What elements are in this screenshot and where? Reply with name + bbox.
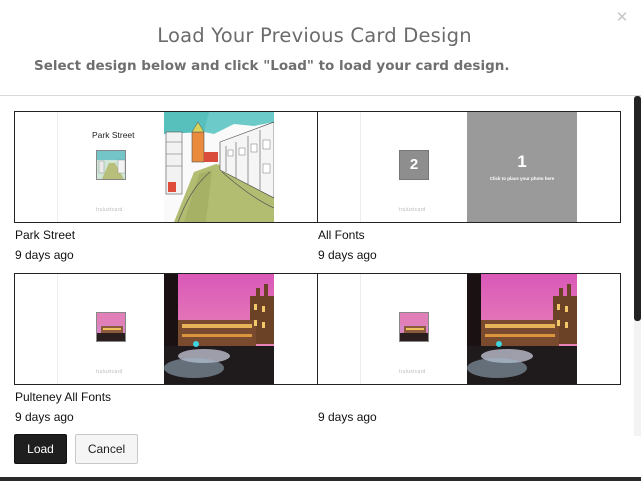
- design-date: 9 days ago: [318, 248, 377, 262]
- design-card-all-fonts[interactable]: 2 truluxtcard 1 Click to place your phot…: [317, 111, 621, 223]
- design-name: Pulteney All Fonts: [15, 390, 112, 404]
- card-inside-text: Park Street: [92, 130, 135, 140]
- card-thumbnail-image: [399, 312, 429, 342]
- photo-placeholder-number: 1: [517, 152, 527, 171]
- load-design-dialog: Load Your Previous Card Design Select de…: [0, 0, 641, 481]
- dialog-title: Load Your Previous Card Design: [157, 24, 472, 47]
- design-date: 9 days ago: [318, 410, 377, 424]
- cancel-button[interactable]: Cancel: [75, 434, 138, 464]
- photo-placeholder-text: Click to place your photo here: [489, 176, 555, 181]
- thumbnail-placeholder-number: 2: [409, 156, 419, 173]
- design-card-unnamed[interactable]: truluxtcard: [317, 273, 621, 385]
- scrollbar-thumb[interactable]: [634, 96, 641, 321]
- card-brand-mark: truluxtcard: [399, 369, 426, 375]
- load-button[interactable]: Load: [14, 434, 67, 464]
- design-card-pulteney-all-fonts[interactable]: truluxtcard: [14, 273, 318, 385]
- card-front-photo: [467, 274, 577, 384]
- card-thumbnail-image: [96, 312, 126, 342]
- card-brand-mark: truluxtcard: [96, 369, 123, 375]
- card-inside-panel: Park Street truluxtcard: [57, 112, 165, 222]
- design-card-park-street[interactable]: Park Street truluxtcard: [14, 111, 318, 223]
- close-icon[interactable]: ✕: [614, 10, 630, 26]
- dialog-subtitle: Select design below and click "Load" to …: [34, 58, 510, 74]
- design-date: 9 days ago: [15, 248, 74, 262]
- card-brand-mark: truluxtcard: [96, 207, 123, 213]
- dialog-bottom-edge: [0, 477, 641, 481]
- dialog-header: Load Your Previous Card Design Select de…: [0, 0, 641, 96]
- card-front-photo: [164, 112, 274, 222]
- photo-placeholder: 1 Click to place your photo here: [467, 112, 577, 222]
- card-inside-panel: truluxtcard: [57, 274, 165, 384]
- design-name: All Fonts: [318, 228, 365, 242]
- design-name: Park Street: [15, 228, 76, 242]
- card-inside-panel: truluxtcard: [360, 274, 468, 384]
- card-front-photo: [164, 274, 274, 384]
- card-thumbnail-image: [96, 150, 126, 180]
- thumbnail-placeholder: 2: [399, 150, 429, 180]
- card-brand-mark: truluxtcard: [399, 207, 426, 213]
- design-date: 9 days ago: [15, 410, 74, 424]
- card-inside-panel: 2 truluxtcard: [360, 112, 468, 222]
